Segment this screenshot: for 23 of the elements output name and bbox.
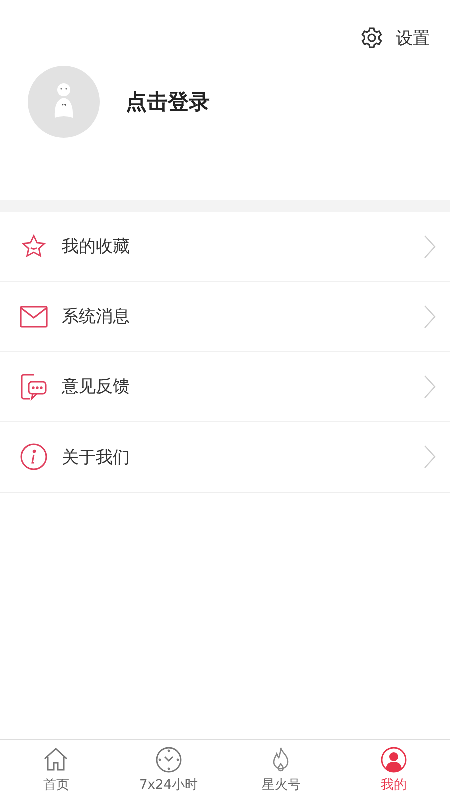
tab[interactable]: 我的 <box>338 740 450 800</box>
settings-icon <box>360 26 384 50</box>
settings-button[interactable]: 设置 <box>360 26 430 50</box>
chat-icon <box>20 372 48 400</box>
info-icon <box>20 443 48 471</box>
clock-icon <box>156 746 182 772</box>
person-icon <box>380 746 407 772</box>
mail-icon <box>20 306 48 328</box>
star-icon <box>20 234 48 260</box>
menu-item[interactable]: 关于我们 <box>0 422 450 492</box>
chevron-icon <box>424 304 436 328</box>
menu-item[interactable]: 系统消息 <box>0 282 450 352</box>
avatar-icon[interactable] <box>28 66 100 138</box>
login-link[interactable]: 点击登录 <box>126 88 210 116</box>
tab[interactable]: 首页 <box>0 740 112 800</box>
chevron-icon <box>424 374 436 398</box>
chevron-icon <box>424 445 436 469</box>
chevron-icon <box>424 234 436 258</box>
tab[interactable]: 7x24小时 <box>112 740 225 800</box>
menu-item[interactable]: 意见反馈 <box>0 352 450 422</box>
menu-item[interactable]: 我的收藏 <box>0 212 450 282</box>
home-icon <box>43 746 70 772</box>
tab[interactable]: 星火号 <box>225 740 338 800</box>
